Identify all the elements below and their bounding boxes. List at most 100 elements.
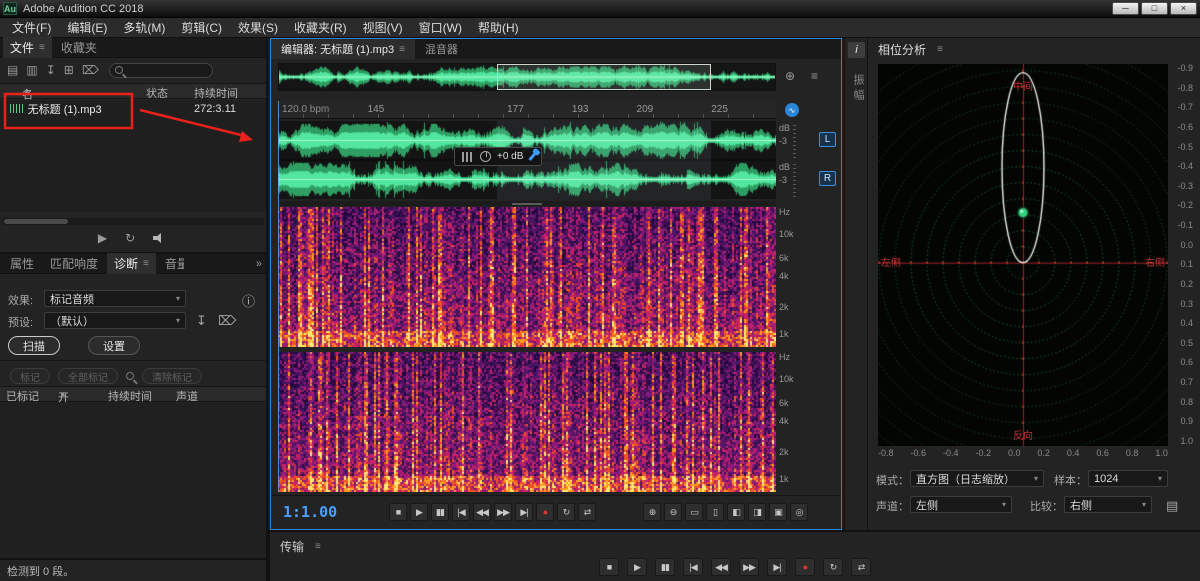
rewind-button[interactable]: ◀◀ <box>711 558 731 576</box>
delete-preset-icon[interactable]: ⌦ <box>218 313 236 329</box>
files-search-input[interactable] <box>109 63 213 78</box>
panel-menu-icon[interactable]: ≡ <box>143 258 149 269</box>
channel-right-button[interactable]: R <box>819 171 836 186</box>
volume-hud[interactable]: +0 dB <box>454 147 542 166</box>
zoom-selection-left-button[interactable]: ◧ <box>727 503 745 521</box>
panel-menu-icon[interactable]: ≡ <box>937 44 943 55</box>
pause-button[interactable]: ▮▮ <box>655 558 675 576</box>
overview-selection[interactable] <box>497 64 710 90</box>
splitter-handle[interactable] <box>278 201 776 206</box>
scrollbar-thumb[interactable] <box>4 219 68 224</box>
tab-mixer[interactable]: 混音器 <box>415 39 468 59</box>
monitor-badge-icon[interactable]: ∿ <box>785 103 799 117</box>
rewind-button[interactable]: ◀◀ <box>473 503 491 521</box>
menu-item[interactable]: 剪辑(C) <box>173 19 230 36</box>
open-file-icon[interactable]: ▥ <box>26 63 37 77</box>
column-marked[interactable]: 已标记 <box>6 388 39 404</box>
play-button[interactable]: ▶ <box>627 558 647 576</box>
menu-item[interactable]: 视图(V) <box>355 19 411 36</box>
menu-item[interactable]: 窗口(W) <box>411 19 470 36</box>
minimize-button[interactable]: ─ <box>1112 2 1139 15</box>
speaker-icon[interactable] <box>153 232 168 244</box>
media-browser-icon[interactable]: ⊞ <box>64 63 74 77</box>
tab-amplitude[interactable]: 音量 <box>158 253 184 274</box>
preview-play-button[interactable]: ▶ <box>98 231 107 245</box>
mode-select[interactable]: 直方图（日志缩放） ▾ <box>910 470 1044 487</box>
panel-menu-icon[interactable]: ≡ <box>39 42 45 53</box>
new-file-icon[interactable]: ▤ <box>7 63 18 77</box>
zoom-in-horizontal-button[interactable]: ▭ <box>685 503 703 521</box>
zoom-selection-right-button[interactable]: ◨ <box>748 503 766 521</box>
preview-loop-button[interactable]: ↻ <box>125 231 135 245</box>
zoom-full-button[interactable]: ◎ <box>790 503 808 521</box>
waveform-display[interactable]: +0 dB <box>278 121 776 199</box>
menu-item[interactable]: 文件(F) <box>4 19 59 36</box>
menu-item[interactable]: 编辑(E) <box>59 19 115 36</box>
loop-playback-button[interactable]: ↻ <box>823 558 843 576</box>
zoom-selection-button[interactable]: ▣ <box>769 503 787 521</box>
tab-properties[interactable]: 属性 <box>3 253 41 274</box>
play-button[interactable]: ▶ <box>410 503 428 521</box>
skip-to-start-button[interactable]: |◀ <box>452 503 470 521</box>
playhead[interactable] <box>278 101 279 492</box>
tab-editor[interactable]: 编辑器: 无标题 (1).mp3 ≡ <box>271 39 415 59</box>
file-row[interactable]: › 无标题 (1).mp3 272:3.11 <box>0 100 266 117</box>
close-button[interactable]: × <box>1170 2 1197 15</box>
volume-knob-icon[interactable] <box>480 151 491 162</box>
column-channel[interactable]: 声道 <box>176 388 198 404</box>
tab-favorites[interactable]: 收藏夹 <box>54 37 104 58</box>
samples-select[interactable]: 1024 ▾ <box>1088 470 1168 487</box>
skip-to-start-button[interactable]: |◀ <box>683 558 703 576</box>
column-duration[interactable]: 持续时间 <box>194 85 238 101</box>
pin-icon[interactable] <box>529 152 537 161</box>
skip-to-end-button[interactable]: ▶| <box>767 558 787 576</box>
spectrogram-top[interactable] <box>278 207 776 347</box>
menu-item[interactable]: 收藏夹(R) <box>286 19 355 36</box>
tab-files[interactable]: 文件 ≡ <box>3 37 52 58</box>
delete-file-icon[interactable]: ⌦ <box>82 63 99 77</box>
skip-selection-button[interactable]: ⇄ <box>578 503 596 521</box>
record-button[interactable]: ● <box>536 503 554 521</box>
preset-select[interactable]: （默认） ▾ <box>44 312 186 329</box>
overview-menu-icon[interactable]: ≡ <box>811 69 818 83</box>
compare-select[interactable]: 右侧 ▾ <box>1064 496 1152 513</box>
more-panels-icon[interactable]: » <box>256 258 262 270</box>
maximize-button[interactable]: □ <box>1141 2 1168 15</box>
scan-button[interactable]: 扫描 <box>8 336 60 355</box>
column-duration[interactable]: 持续时间 <box>108 388 152 404</box>
expander-icon[interactable]: › <box>3 103 7 115</box>
panel-menu-icon[interactable]: ≡ <box>315 541 321 552</box>
menu-item[interactable]: 效果(S) <box>230 19 286 36</box>
tab-diagnostics[interactable]: 诊断 ≡ <box>107 253 156 274</box>
zoom-out-button[interactable]: ⊖ <box>664 503 682 521</box>
zoom-navigator-icon[interactable]: ⊕ <box>785 69 795 83</box>
collapsed-panel-label[interactable]: 振幅 <box>850 74 866 104</box>
skip-selection-button[interactable]: ⇄ <box>851 558 871 576</box>
loop-playback-button[interactable]: ↻ <box>557 503 575 521</box>
effect-select[interactable]: 标记音频 ▾ <box>44 290 186 307</box>
menu-item[interactable]: 多轨(M) <box>115 19 173 36</box>
record-button[interactable]: ● <box>795 558 815 576</box>
overview-strip[interactable] <box>278 63 776 91</box>
zoom-out-horizontal-button[interactable]: ▯ <box>706 503 724 521</box>
fast-forward-button[interactable]: ▶▶ <box>494 503 512 521</box>
zoom-in-button[interactable]: ⊕ <box>643 503 661 521</box>
channel-select[interactable]: 左侧 ▾ <box>910 496 1012 513</box>
save-preset-icon[interactable]: ↧ <box>196 313 207 329</box>
panel-options-icon[interactable]: ▤ <box>1166 498 1178 514</box>
skip-to-end-button[interactable]: ▶| <box>515 503 533 521</box>
timeline-ruler[interactable]: 120.0 bpm 145177193209225 <box>278 101 776 119</box>
time-display[interactable]: 1:1.00 <box>283 503 337 521</box>
import-file-icon[interactable]: ↧ <box>46 63 56 77</box>
menu-item[interactable]: 帮助(H) <box>470 19 527 36</box>
files-hscrollbar[interactable] <box>2 218 264 225</box>
panel-menu-icon[interactable]: ≡ <box>399 44 405 55</box>
spectrogram-bottom[interactable] <box>278 352 776 492</box>
pause-button[interactable]: ▮▮ <box>431 503 449 521</box>
spectrogram-canvas[interactable] <box>278 207 776 347</box>
info-icon[interactable]: ⓘ <box>242 291 255 310</box>
spectrogram-canvas[interactable] <box>278 352 776 492</box>
tab-match-loudness[interactable]: 匹配响度 <box>43 253 105 274</box>
info-panel-icon[interactable]: i <box>848 42 865 58</box>
fast-forward-button[interactable]: ▶▶ <box>739 558 759 576</box>
